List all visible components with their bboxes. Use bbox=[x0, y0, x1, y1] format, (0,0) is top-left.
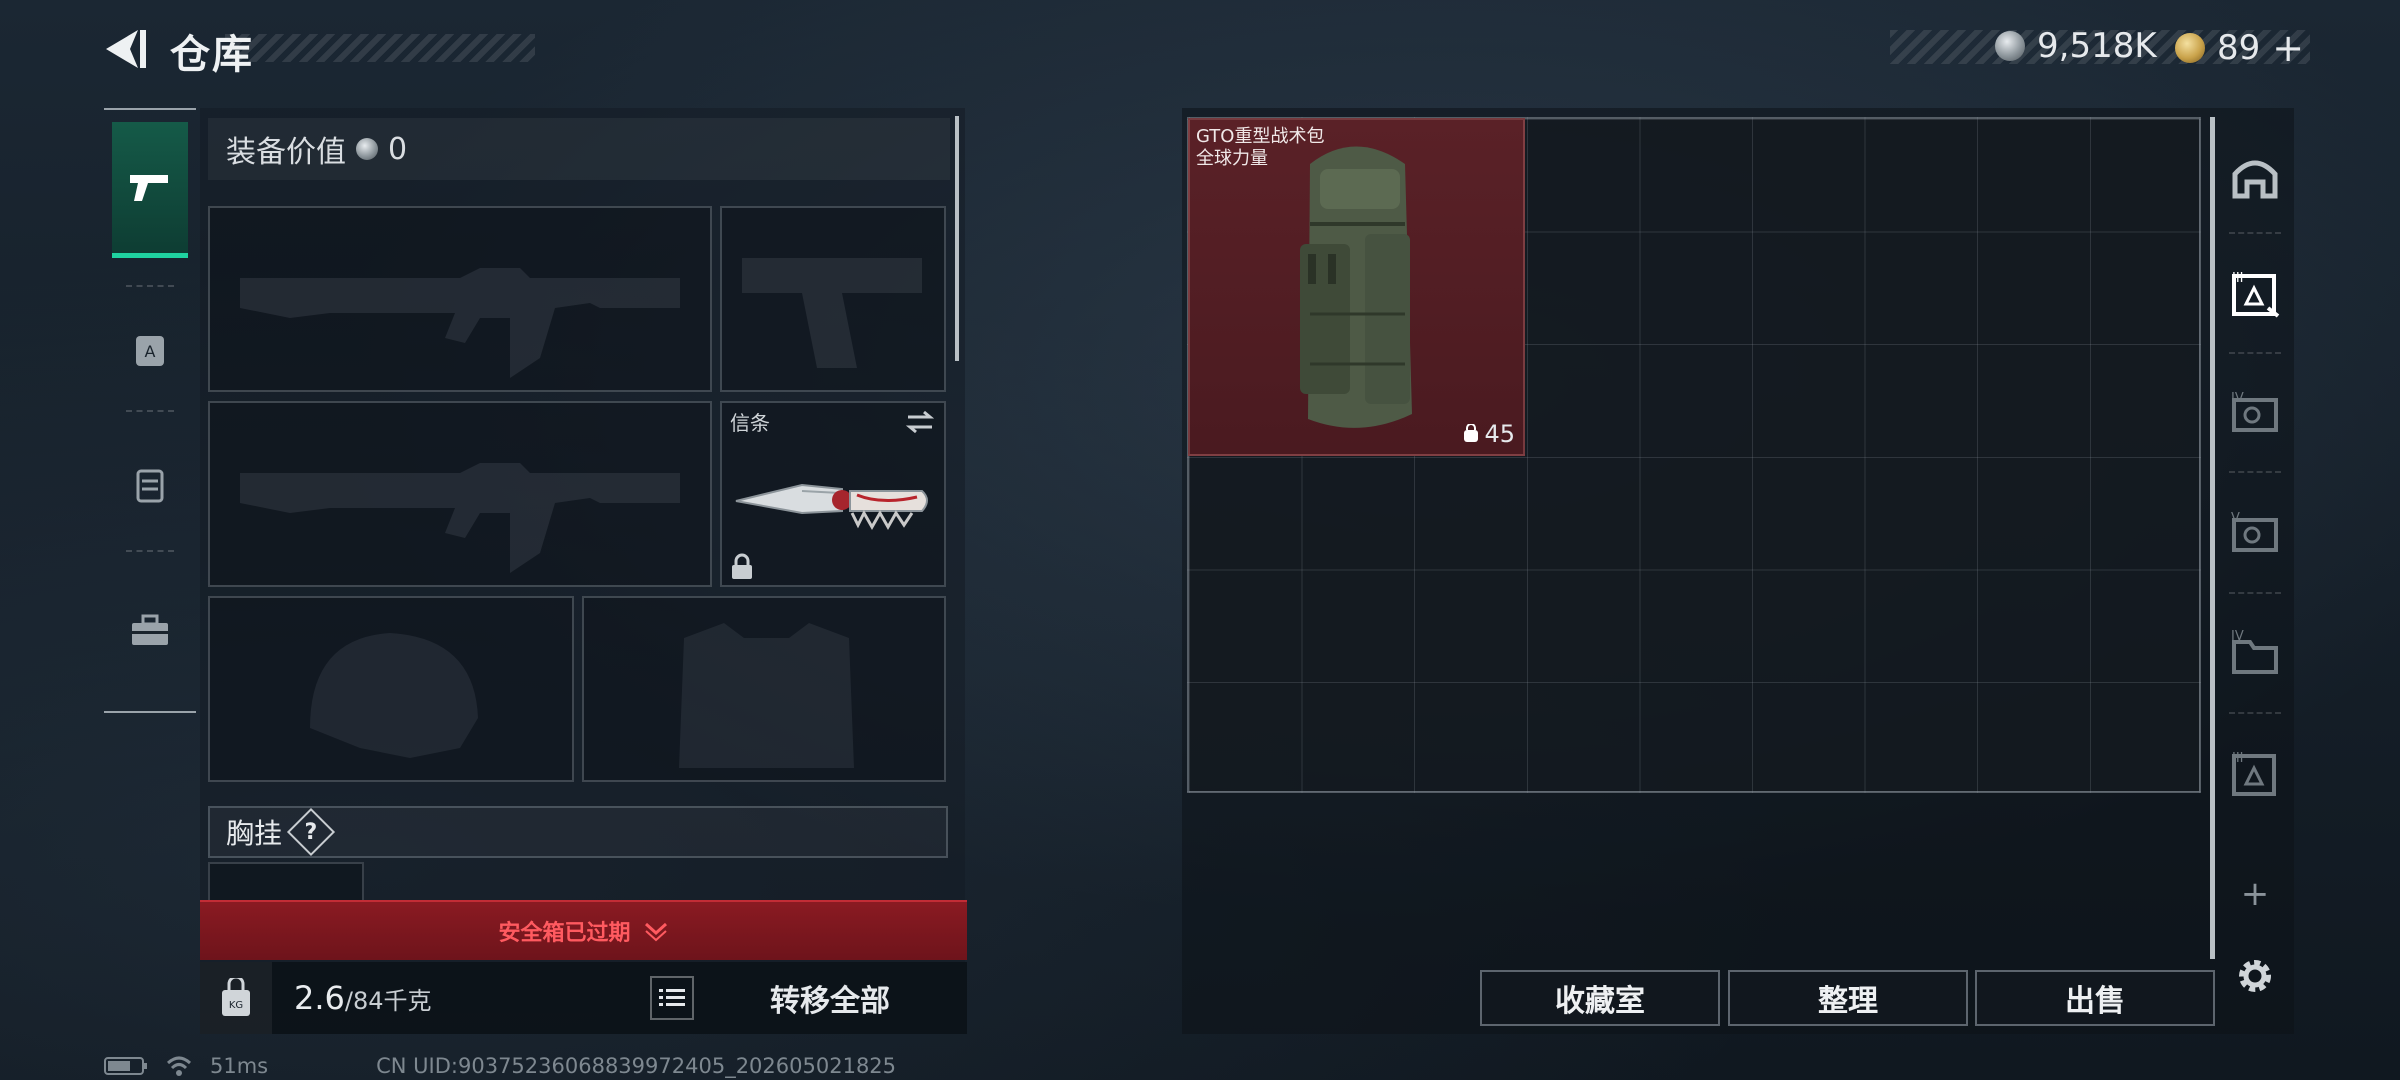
chest-rig-help-icon[interactable]: ? bbox=[286, 807, 336, 857]
collection-room-button[interactable]: 收藏室 bbox=[1480, 970, 1720, 1026]
svg-text:III: III bbox=[2232, 271, 2244, 286]
tab-weapons[interactable] bbox=[112, 122, 188, 258]
storage-tier-4-icon: IV bbox=[2231, 391, 2278, 432]
melee-slot-label: 信条 bbox=[730, 411, 770, 435]
storage-tab-3-b[interactable]: III bbox=[2215, 724, 2295, 824]
list-view-button[interactable] bbox=[650, 976, 694, 1020]
weight-icon-box: KG bbox=[200, 962, 272, 1034]
helmet-slot[interactable] bbox=[208, 596, 574, 782]
toolbox-icon bbox=[132, 614, 168, 645]
chest-rig-label: 胸挂 bbox=[226, 817, 283, 850]
backpack-image-icon bbox=[1300, 146, 1412, 428]
gold-token-icon bbox=[2175, 33, 2205, 63]
storage-tab-rail: III IV V IV III + bbox=[2215, 114, 2295, 1034]
settings-button[interactable] bbox=[2215, 926, 2295, 1026]
svg-text:V: V bbox=[2231, 511, 2240, 526]
svg-text:A: A bbox=[145, 342, 156, 361]
storage-tab-home[interactable] bbox=[2215, 126, 2295, 226]
storage-item-backpack[interactable]: GTO重型战术包 全球力量 45 bbox=[1188, 118, 1525, 456]
chest-rig-row[interactable]: 胸挂 ? bbox=[208, 806, 948, 858]
rail-divider bbox=[126, 550, 174, 552]
silver-coin-icon bbox=[1995, 31, 2025, 61]
currency-gold-value: 89 bbox=[2217, 28, 2261, 68]
rail-divider bbox=[126, 410, 174, 412]
vest-icon bbox=[136, 469, 164, 503]
weight-readout: 2.6/84千克 bbox=[294, 979, 432, 1017]
storage-tier-3-icon: III bbox=[2232, 271, 2280, 318]
currency-silver: 9,518K bbox=[1995, 26, 2157, 66]
rifle-silhouette-icon bbox=[240, 463, 680, 573]
rifle-silhouette-icon bbox=[240, 268, 680, 378]
primary-weapon-slot-1[interactable] bbox=[208, 206, 712, 392]
svg-text:KG: KG bbox=[229, 1000, 243, 1011]
helmet-silhouette-icon bbox=[310, 633, 478, 758]
storage-tier-4-b-icon: IV bbox=[2231, 629, 2278, 674]
sidearm-slot[interactable] bbox=[720, 206, 946, 392]
svg-text:III: III bbox=[2232, 751, 2244, 766]
equipment-value: 0 bbox=[388, 131, 408, 167]
category-rail: A bbox=[104, 108, 196, 713]
armor-backpack-icon: A bbox=[136, 336, 164, 366]
list-icon bbox=[659, 989, 685, 1006]
tab-vest[interactable] bbox=[112, 445, 188, 525]
knife-icon bbox=[735, 483, 928, 531]
title-decoration bbox=[225, 34, 535, 62]
storage-tab-3[interactable]: III bbox=[2215, 244, 2295, 344]
transfer-all-button[interactable]: 转移全部 bbox=[710, 962, 950, 1034]
chest-rig-slot[interactable] bbox=[208, 862, 364, 900]
add-currency-button[interactable]: + bbox=[2272, 26, 2304, 70]
pistol-icon bbox=[130, 174, 168, 201]
weight-max: /84千克 bbox=[344, 987, 432, 1015]
wifi-icon bbox=[166, 1056, 192, 1076]
safe-box-expired-banner[interactable]: 安全箱已过期 bbox=[200, 900, 967, 960]
weight-bag-icon: KG bbox=[222, 978, 250, 1016]
rail-divider bbox=[2229, 352, 2281, 354]
uid-readout: CN UID:90375236068839972405_202605021825 bbox=[376, 1054, 897, 1078]
rail-divider bbox=[2229, 592, 2281, 594]
melee-slot[interactable]: 信条 bbox=[720, 401, 946, 587]
chevron-down-icon bbox=[644, 922, 667, 942]
storage-tab-5[interactable]: V bbox=[2215, 484, 2295, 584]
ping-readout: 51ms bbox=[210, 1054, 269, 1078]
lock-icon bbox=[732, 553, 752, 579]
equipment-scrollbar[interactable] bbox=[955, 116, 959, 361]
rail-divider bbox=[2229, 232, 2281, 234]
svg-text:IV: IV bbox=[2231, 391, 2244, 406]
capacity-bag-icon bbox=[1464, 424, 1479, 442]
storage-tier-5-icon: V bbox=[2231, 511, 2278, 552]
armor-silhouette-icon bbox=[679, 623, 854, 768]
organize-button[interactable]: 整理 bbox=[1728, 970, 1968, 1026]
rail-divider bbox=[126, 285, 174, 287]
equipment-value-label: 装备价值 bbox=[226, 135, 346, 170]
tab-toolbox[interactable] bbox=[112, 590, 188, 670]
pistol-silhouette-icon bbox=[742, 258, 922, 368]
body-armor-slot[interactable] bbox=[582, 596, 946, 782]
storage-tab-4[interactable]: IV bbox=[2215, 364, 2295, 464]
storage-tier-3-b-icon: III bbox=[2232, 751, 2276, 796]
back-arrow-icon bbox=[106, 30, 146, 68]
equipment-value-row: 装备价值 0 bbox=[208, 118, 950, 180]
primary-weapon-slot-2[interactable] bbox=[208, 401, 712, 587]
item-capacity: 45 bbox=[1462, 420, 1515, 448]
swap-icon[interactable] bbox=[904, 409, 936, 435]
rail-divider bbox=[2229, 471, 2281, 473]
currency-silver-value: 9,518K bbox=[2037, 26, 2157, 66]
sell-button[interactable]: 出售 bbox=[1975, 970, 2215, 1026]
storage-home-icon bbox=[2232, 160, 2278, 199]
weight-current: 2.6 bbox=[294, 979, 345, 1017]
back-button[interactable] bbox=[100, 24, 150, 74]
page-title: 仓库 bbox=[170, 32, 254, 78]
gear-icon bbox=[2239, 960, 2271, 992]
equipment-bottom-bar: KG 2.6/84千克 转移全部 bbox=[200, 962, 967, 1034]
silver-coin-icon bbox=[356, 138, 378, 160]
item-capacity-value: 45 bbox=[1484, 420, 1515, 448]
tab-armor-backpack[interactable]: A bbox=[112, 310, 188, 390]
currency-gold[interactable]: 89 + bbox=[2175, 26, 2304, 70]
status-bar: 51ms CN UID:90375236068839972405_2026050… bbox=[104, 1054, 896, 1078]
battery-icon bbox=[104, 1057, 147, 1075]
rail-divider bbox=[2229, 712, 2281, 714]
storage-tab-4-b[interactable]: IV bbox=[2215, 604, 2295, 704]
svg-text:IV: IV bbox=[2231, 629, 2244, 644]
safe-box-expired-text: 安全箱已过期 bbox=[498, 921, 631, 946]
